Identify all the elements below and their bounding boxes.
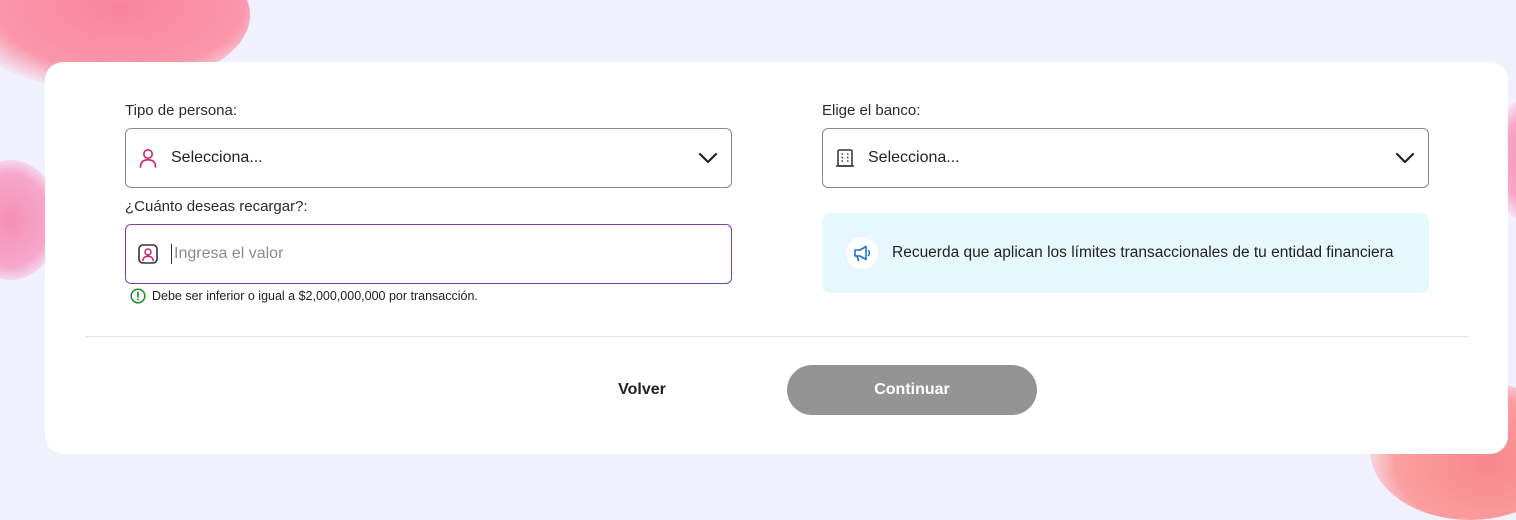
info-circle-icon [130,288,146,304]
recharge-form-card: Tipo de persona: Selecciona... Elige el … [45,62,1508,454]
user-icon [137,147,159,169]
chevron-down-icon[interactable] [697,147,719,169]
amount-hint-text: Debe ser inferior o igual a $2,000,000,0… [152,289,478,303]
back-button[interactable]: Volver [595,365,689,415]
bank-building-icon [834,147,856,169]
user-badge-icon [137,243,159,265]
bank-value: Selecciona... [868,149,960,166]
person-type-select[interactable]: Selecciona... [125,128,732,188]
megaphone-icon [846,237,878,269]
notice-text: Recuerda que aplican los límites transac… [892,244,1394,261]
person-type-value: Selecciona... [171,149,263,166]
continue-button[interactable]: Continuar [787,365,1037,415]
bank-label: Elige el banco: [822,102,921,119]
amount-hint: Debe ser inferior o igual a $2,000,000,0… [130,288,478,304]
amount-label: ¿Cuánto deseas recargar?: [125,198,308,215]
section-divider [85,336,1469,337]
person-type-label: Tipo de persona: [125,102,238,119]
bank-select[interactable]: Selecciona... [822,128,1429,188]
amount-input[interactable] [171,244,731,264]
amount-field[interactable] [125,224,732,284]
chevron-down-icon[interactable] [1394,147,1416,169]
transaction-limits-notice: Recuerda que aplican los límites transac… [822,213,1429,293]
